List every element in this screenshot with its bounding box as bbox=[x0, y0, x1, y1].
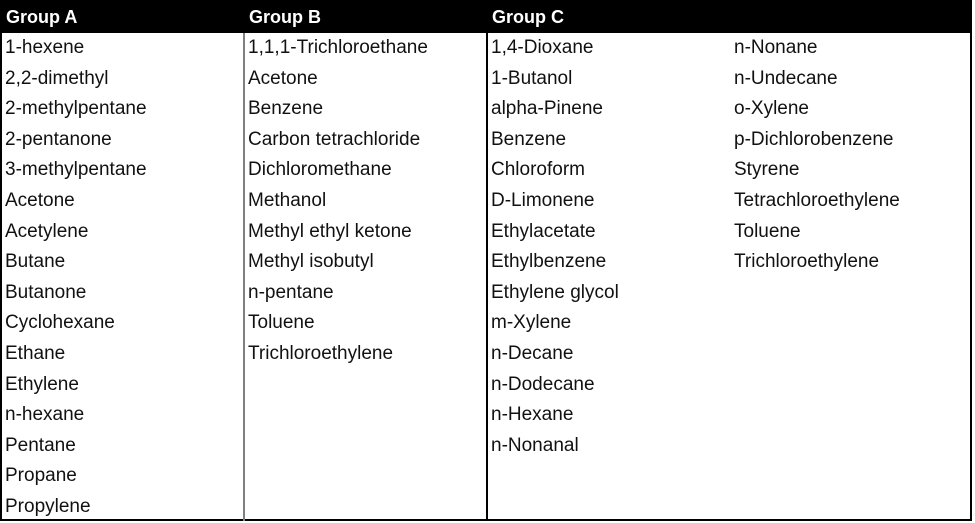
header-group-b: Group B bbox=[249, 7, 321, 27]
compound-item: Propylene bbox=[5, 495, 91, 517]
compound-groups-table: Group A Group B Group C 1-hexene 2,2-dime… bbox=[0, 0, 972, 521]
compound-item: 2-methylpentane bbox=[5, 98, 147, 120]
compound-item: D-Limonene bbox=[491, 189, 595, 211]
group-b-column: 1,1,1-Trichloroethane Acetone Benzene Carbo… bbox=[243, 33, 486, 370]
compound-item: Acetylene bbox=[5, 220, 89, 242]
compound-item: Ethane bbox=[5, 342, 66, 364]
compound-item: Methanol bbox=[248, 189, 327, 211]
compound-item: Benzene bbox=[491, 128, 567, 150]
header-group-c: Group C bbox=[492, 7, 564, 27]
compound-item: Trichloroethylene bbox=[734, 251, 880, 273]
compound-item: Acetone bbox=[248, 67, 318, 89]
compound-item: Butane bbox=[5, 251, 66, 273]
compound-item: m-Xylene bbox=[491, 312, 572, 334]
compound-item: Cyclohexane bbox=[5, 312, 115, 334]
compound-item: Styrene bbox=[734, 159, 800, 181]
compound-item: Toluene bbox=[248, 312, 315, 334]
compound-item: Tetrachloroethylene bbox=[734, 189, 900, 211]
compound-item: Butanone bbox=[5, 281, 87, 303]
compound-item: n-hexane bbox=[5, 404, 85, 426]
compound-item: 1,1,1-Trichloroethane bbox=[248, 37, 428, 58]
compound-item: Trichloroethylene bbox=[248, 342, 394, 364]
compound-item: 2-pentanone bbox=[5, 128, 112, 150]
compound-item: n-Nonanal bbox=[491, 434, 579, 456]
compound-item: 1-Butanol bbox=[491, 67, 573, 89]
compound-item: 1-hexene bbox=[5, 37, 85, 58]
compound-item: 1,4-Dioxane bbox=[491, 37, 594, 58]
compound-item: alpha-Pinene bbox=[491, 98, 603, 120]
compound-item: Ethylene glycol bbox=[491, 281, 619, 303]
group-c-column-1: 1,4-Dioxane 1-Butanol alpha-Pinene Benzene C… bbox=[486, 33, 729, 461]
compound-item: Propane bbox=[5, 465, 77, 487]
compound-item: Carbon tetrachloride bbox=[248, 128, 421, 150]
compound-item: Acetone bbox=[5, 189, 75, 211]
compound-item: p-Dichlorobenzene bbox=[734, 128, 894, 150]
header-group-a: Group A bbox=[6, 7, 78, 27]
header-row: Group A Group B Group C bbox=[0, 0, 972, 33]
compound-item: Benzene bbox=[248, 98, 324, 120]
compound-item: n-pentane bbox=[248, 281, 334, 303]
group-a-column: 1-hexene 2,2-dimethyl 2-methylpentane 2-pen… bbox=[0, 33, 243, 523]
compound-item: o-Xylene bbox=[734, 98, 809, 120]
compound-item: 2,2-dimethyl bbox=[5, 67, 109, 89]
compound-item: 3-methylpentane bbox=[5, 159, 147, 181]
compound-item: n-Undecane bbox=[734, 67, 838, 89]
compound-item: Ethylbenzene bbox=[491, 251, 607, 273]
compound-item: n-Hexane bbox=[491, 404, 574, 426]
compound-item: Toluene bbox=[734, 220, 801, 242]
compound-item: n-Decane bbox=[491, 342, 574, 364]
compound-item: n-Nonane bbox=[734, 37, 818, 58]
compound-item: Ethylacetate bbox=[491, 220, 596, 242]
compound-item: Chloroform bbox=[491, 159, 585, 181]
compound-item: Pentane bbox=[5, 434, 76, 456]
compound-item: Ethylene bbox=[5, 373, 79, 395]
compound-item: n-Dodecane bbox=[491, 373, 595, 395]
compound-item: Methyl ethyl ketone bbox=[248, 220, 412, 242]
group-c-column-2: n-Nonane n-Undecane o-Xylene p-Dichlorobenz… bbox=[729, 33, 972, 278]
compound-item: Methyl isobutyl bbox=[248, 251, 374, 273]
compound-item: Dichloromethane bbox=[248, 159, 392, 181]
